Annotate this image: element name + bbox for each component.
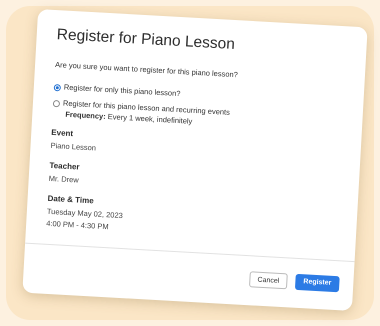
event-value: Piano Lesson — [50, 140, 97, 153]
datetime-label: Date & Time — [47, 193, 94, 206]
confirmation-question: Are you sure you want to register for th… — [54, 60, 239, 80]
radio-selected-icon[interactable] — [53, 84, 62, 92]
date-value: Tuesday May 02, 2023 — [46, 206, 124, 221]
frequency-label: Frequency: — [65, 109, 106, 121]
radio-unselected-icon[interactable] — [52, 99, 61, 108]
cancel-button[interactable]: Cancel — [248, 271, 288, 290]
teacher-value: Mr. Drew — [48, 173, 79, 185]
option-this-lesson[interactable]: Register for only this piano lesson? — [53, 82, 181, 99]
option-this-lesson-label: Register for only this piano lesson? — [63, 82, 181, 99]
time-value: 4:00 PM - 4:30 PM — [45, 218, 109, 232]
stage: Register for Piano Lesson Are you sure y… — [0, 0, 380, 326]
footer-divider — [25, 242, 355, 263]
event-label: Event — [51, 127, 74, 139]
teacher-label: Teacher — [49, 160, 80, 172]
dialog-title: Register for Piano Lesson — [56, 26, 236, 54]
register-button[interactable]: Register — [294, 273, 340, 293]
register-dialog: Register for Piano Lesson Are you sure y… — [22, 9, 368, 311]
